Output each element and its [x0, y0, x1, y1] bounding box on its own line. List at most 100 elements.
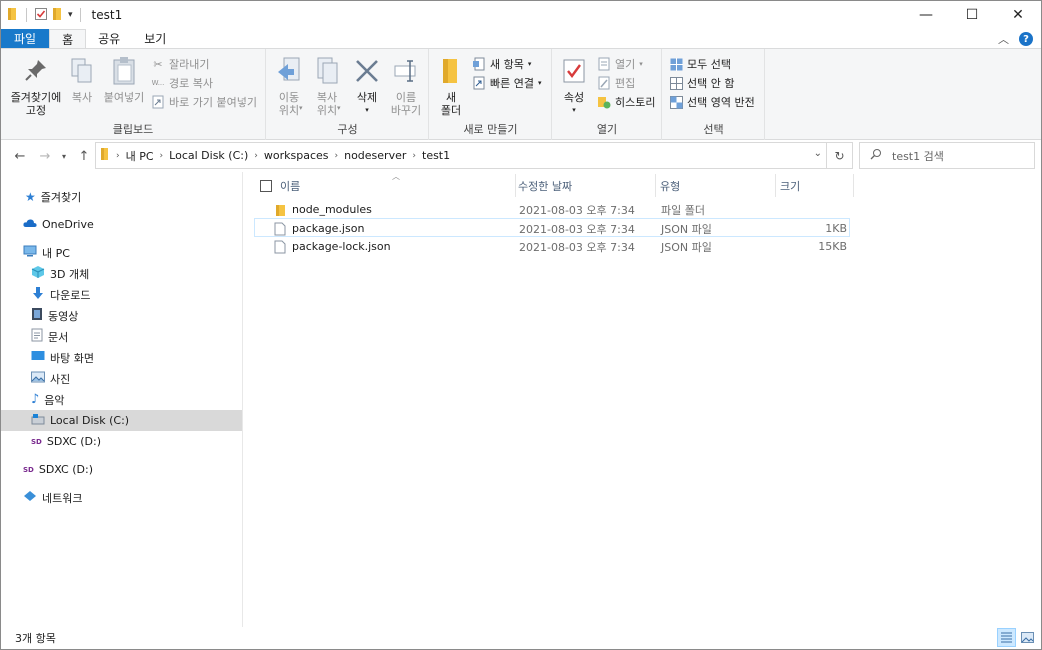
search-icon: [870, 148, 882, 163]
recent-locations-icon[interactable]: ▾: [57, 145, 71, 167]
status-bar: 3개 항목: [1, 627, 1041, 649]
copy-path-icon: W...: [151, 79, 165, 87]
file-modified: 2021-08-03 오후 7:34: [519, 240, 635, 254]
edit-button[interactable]: 편집: [597, 74, 635, 92]
nav-item-music[interactable]: ♪ 음악: [31, 389, 65, 410]
address-bar[interactable]: › 내 PC › Local Disk (C:) › workspaces › node…: [95, 142, 827, 169]
nav-item-sdxc-sub[interactable]: SD SDXC (D:): [31, 431, 101, 452]
properties-big-icon: [559, 55, 589, 87]
copy-path-button[interactable]: W... 경로 복사: [151, 74, 213, 92]
chevron-right-icon[interactable]: ›: [116, 151, 120, 161]
copy-button[interactable]: 복사: [65, 55, 99, 104]
document-icon: [31, 328, 43, 345]
invert-selection-button[interactable]: 선택 영역 반전: [669, 93, 755, 111]
paste-shortcut-button[interactable]: 바로 가기 붙여넣기: [151, 93, 257, 111]
file-modified: 2021-08-03 오후 7:34: [519, 222, 635, 236]
maximize-button[interactable]: ☐: [949, 1, 995, 29]
forward-arrow-icon[interactable]: →: [34, 145, 56, 167]
properties-icon[interactable]: [34, 7, 48, 24]
column-header-size[interactable]: 크기: [774, 174, 854, 197]
collapse-ribbon-icon[interactable]: ︿: [998, 31, 1009, 47]
history-button[interactable]: 히스토리: [597, 93, 655, 111]
properties-button[interactable]: 속성 ▾: [559, 55, 589, 117]
nav-item-onedrive[interactable]: OneDrive: [23, 214, 94, 235]
column-header-type[interactable]: 유형: [654, 174, 776, 197]
nav-item-this-pc[interactable]: 내 PC: [23, 242, 70, 263]
cut-button[interactable]: ✂ 잘라내기: [151, 55, 209, 73]
cloud-icon: [23, 218, 37, 231]
paste-button[interactable]: 붙여넣기: [101, 55, 147, 104]
close-button[interactable]: ✕: [995, 1, 1041, 29]
file-row[interactable]: node_modules 2021-08-03 오후 7:34 파일 폴더: [254, 200, 850, 219]
new-folder-button[interactable]: 새 폴더: [436, 55, 466, 117]
group-open: 속성 ▾ 열기 ▾ 편집 히스토리 열기: [553, 49, 662, 140]
nav-item-pictures[interactable]: 사진: [31, 368, 70, 389]
nav-item-network[interactable]: 네트워크: [23, 487, 82, 508]
column-header-name[interactable]: ︿ 이름: [254, 172, 516, 197]
breadcrumb-local-disk[interactable]: Local Disk (C:): [169, 149, 248, 162]
new-item-button[interactable]: 새 항목 ▾: [472, 55, 531, 73]
back-arrow-icon[interactable]: ←: [9, 145, 31, 167]
delete-dropdown-icon: ▾: [365, 106, 369, 114]
nav-label-documents: 문서: [48, 330, 69, 344]
column-header-modified[interactable]: 수정한 날짜: [512, 174, 656, 197]
chevron-right-icon[interactable]: ›: [254, 151, 258, 161]
breadcrumb-test1[interactable]: test1: [422, 149, 450, 162]
help-icon[interactable]: ?: [1019, 32, 1033, 46]
sd-card-icon: SD: [23, 465, 34, 474]
nav-item-sdxc[interactable]: SD SDXC (D:): [23, 459, 93, 480]
network-icon: [23, 490, 37, 505]
nav-item-downloads[interactable]: 다운로드: [31, 284, 90, 305]
file-row[interactable]: package-lock.json 2021-08-03 오후 7:34 JSO…: [254, 237, 850, 256]
address-history-dropdown-icon[interactable]: ⌄: [814, 148, 822, 159]
easy-access-button[interactable]: 빠른 연결 ▾: [472, 74, 542, 92]
nav-item-quick-access[interactable]: ★ 즐겨찾기: [25, 186, 81, 207]
select-none-label: 선택 안 함: [687, 77, 735, 90]
tab-file[interactable]: 파일: [1, 29, 50, 48]
select-all-checkbox[interactable]: [260, 179, 272, 192]
new-folder-label-2: 폴더: [440, 104, 462, 117]
open-button[interactable]: 열기 ▾: [597, 55, 643, 73]
pin-to-quick-access-button[interactable]: 즐겨찾기에 고정: [7, 55, 65, 117]
breadcrumb-workspaces[interactable]: workspaces: [264, 149, 329, 162]
new-item-label: 새 항목: [490, 58, 524, 71]
copy-to-label-1: 복사: [316, 91, 338, 104]
invert-selection-label: 선택 영역 반전: [687, 96, 755, 109]
file-row[interactable]: package.json 2021-08-03 오후 7:34 JSON 파일 …: [254, 218, 850, 237]
rename-button[interactable]: 이름 바꾸기: [387, 55, 425, 117]
file-size: [774, 200, 847, 219]
scissors-icon: ✂: [153, 57, 163, 71]
chevron-right-icon[interactable]: ›: [412, 151, 416, 161]
delete-button[interactable]: 삭제 ▾: [351, 55, 383, 117]
nav-item-videos[interactable]: 동영상: [31, 305, 78, 326]
copy-to-button[interactable]: 복사 위치 ▾: [309, 55, 345, 117]
breadcrumb-this-pc[interactable]: 내 PC: [126, 148, 154, 164]
customize-dropdown-icon[interactable]: ▾: [68, 10, 73, 20]
column-modified-label: 수정한 날짜: [518, 179, 573, 193]
move-to-label-1: 이동: [278, 91, 300, 104]
large-icons-view-icon[interactable]: [1018, 628, 1037, 647]
select-all-button[interactable]: 모두 선택: [669, 55, 731, 73]
nav-label-sdxc-sub: SDXC (D:): [46, 435, 101, 448]
file-name: package.json: [292, 222, 365, 235]
music-note-icon: ♪: [31, 392, 40, 407]
tab-share[interactable]: 공유: [86, 29, 132, 48]
minimize-button[interactable]: —: [903, 1, 949, 29]
nav-item-local-disk[interactable]: Local Disk (C:): [1, 410, 242, 431]
tab-view[interactable]: 보기: [132, 29, 178, 48]
nav-label-this-pc: 내 PC: [42, 246, 70, 260]
chevron-right-icon[interactable]: ›: [335, 151, 339, 161]
nav-item-documents[interactable]: 문서: [31, 326, 68, 347]
nav-item-desktop[interactable]: 바탕 화면: [31, 347, 94, 368]
details-view-icon[interactable]: [997, 628, 1016, 647]
nav-item-3d-objects[interactable]: 3D 개체: [31, 263, 89, 284]
new-folder-icon[interactable]: [52, 7, 64, 24]
search-box[interactable]: test1 검색: [859, 142, 1035, 169]
select-none-button[interactable]: 선택 안 함: [669, 74, 734, 92]
breadcrumb-nodeserver[interactable]: nodeserver: [344, 149, 406, 162]
refresh-icon[interactable]: ↻: [827, 142, 853, 169]
up-arrow-icon[interactable]: ↑: [73, 145, 95, 167]
chevron-right-icon[interactable]: ›: [160, 151, 164, 161]
move-to-button[interactable]: 이동 위치 ▾: [271, 55, 307, 117]
tab-home[interactable]: 홈: [49, 29, 87, 48]
